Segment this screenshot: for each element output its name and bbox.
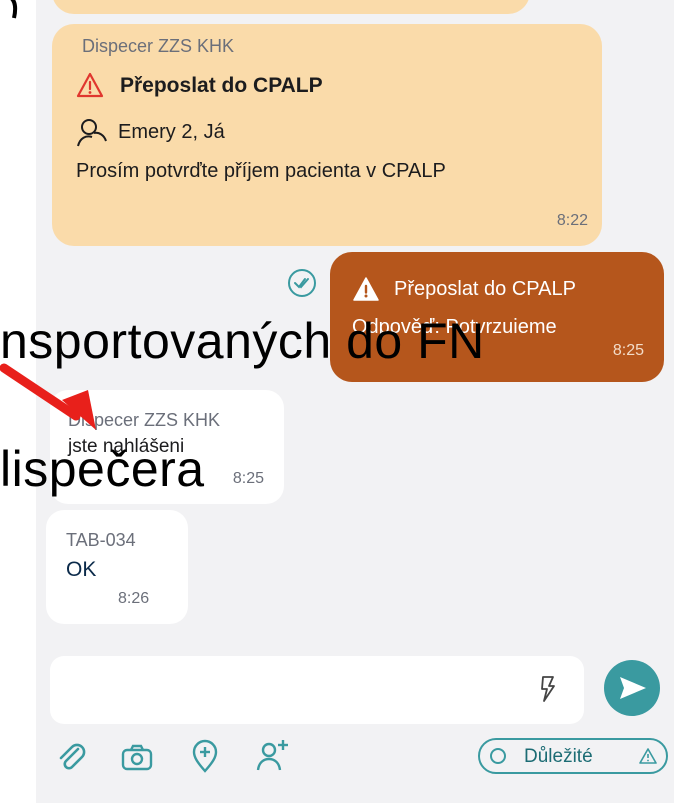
send-icon — [617, 674, 649, 707]
overlay-caption-line-2: lispečera — [0, 441, 205, 497]
message-bubble-dispatcher-forward[interactable]: Dispecer ZZS KHK Přeposlat do CPALP Emer… — [52, 24, 602, 246]
important-label: Důležité — [524, 746, 593, 767]
chat-view: Dispecer ZZS KHK Přeposlat do CPALP Emer… — [36, 0, 674, 803]
message-title: Přeposlat do CPALP — [120, 74, 323, 97]
message-bubble-tab034[interactable]: TAB-034 OK 8:26 — [46, 510, 188, 624]
read-receipt-icon — [287, 268, 317, 298]
message-sender: Dispecer ZZS KHK — [82, 36, 235, 56]
message-body: OK — [66, 558, 97, 581]
previous-message-bubble — [52, 0, 530, 14]
message-input[interactable] — [66, 674, 520, 708]
reply-time: 8:25 — [612, 342, 644, 359]
radio-circle-icon — [490, 748, 506, 764]
add-user-icon[interactable] — [256, 738, 290, 779]
send-button[interactable] — [604, 660, 660, 716]
important-toggle-button[interactable]: Důležité — [478, 738, 668, 774]
overlay-pointer-arrow — [0, 350, 110, 440]
quick-reply-lightning-icon[interactable] — [536, 674, 560, 704]
warning-filled-icon — [352, 276, 380, 302]
attachment-icon[interactable] — [54, 740, 88, 779]
message-time: 8:26 — [118, 590, 150, 607]
message-time: 8:25 — [232, 470, 264, 487]
recipients-icon — [76, 116, 108, 148]
message-sender: TAB-034 — [66, 530, 136, 550]
message-body: Prosím potvrďte příjem pacienta v CPALP — [76, 160, 446, 182]
message-input-box[interactable] — [50, 656, 584, 724]
overlay-fragment — [6, 0, 26, 24]
message-recipients: Emery 2, Já — [118, 120, 225, 143]
reply-title: Přeposlat do CPALP — [394, 277, 576, 300]
warning-outline-icon — [638, 747, 658, 770]
message-time: 8:22 — [556, 212, 588, 229]
camera-icon[interactable] — [120, 742, 154, 777]
add-location-icon[interactable] — [190, 738, 220, 779]
warning-icon — [76, 72, 106, 100]
